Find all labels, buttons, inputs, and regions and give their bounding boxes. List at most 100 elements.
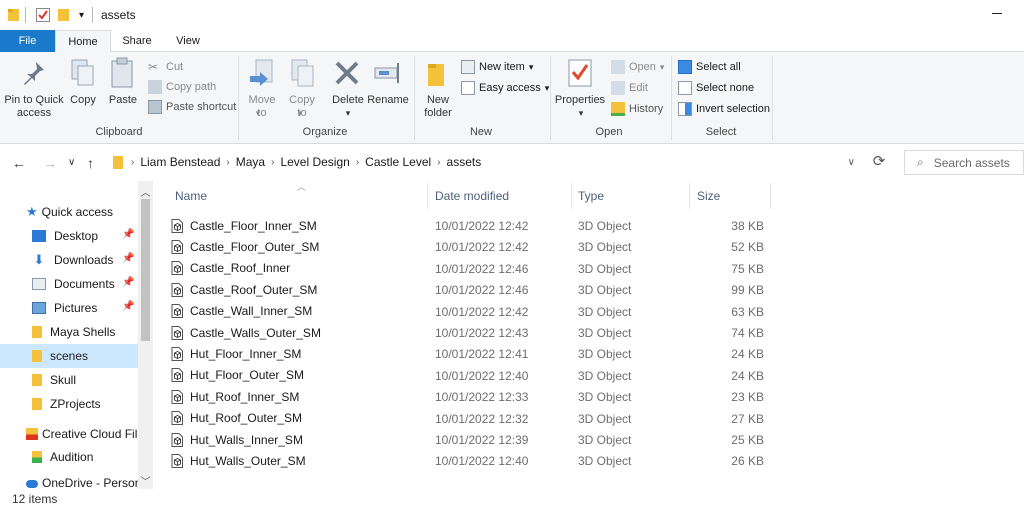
- new-group-label: New: [469, 126, 492, 138]
- tab-home[interactable]: Home: [55, 30, 111, 53]
- file-date: 10/01/2022 12:39: [435, 433, 529, 447]
- scroll-up-icon[interactable]: ︿: [140, 184, 151, 199]
- nav-item-audition[interactable]: Audition: [0, 445, 138, 469]
- properties-check-icon[interactable]: [36, 7, 50, 23]
- delete-button[interactable]: Delete: [328, 94, 368, 107]
- tab-share[interactable]: Share: [114, 30, 160, 52]
- file-date: 10/01/2022 12:32: [435, 411, 529, 426]
- nav-scrollbar[interactable]: ︿ ﹀: [138, 181, 153, 489]
- forward-icon[interactable]: →: [43, 155, 57, 171]
- creative-cloud-icon: [26, 428, 38, 440]
- file-date: 10/01/2022 12:40: [435, 454, 529, 469]
- 3d-object-icon: [171, 325, 183, 340]
- file-size: 25 KB: [731, 433, 764, 447]
- tab-view[interactable]: View: [166, 30, 210, 52]
- nav-item-desktop[interactable]: Desktop: [0, 224, 138, 248]
- column-header-size[interactable]: Size: [697, 181, 720, 211]
- onedrive-icon: [26, 480, 38, 488]
- divider: [92, 7, 93, 23]
- breadcrumb-item[interactable]: assets: [447, 155, 482, 169]
- column-divider[interactable]: [689, 183, 690, 209]
- scroll-down-icon[interactable]: ﹀: [140, 473, 151, 488]
- easy-access-button[interactable]: Easy access ▾: [461, 81, 549, 95]
- tab-file[interactable]: File: [0, 30, 55, 52]
- column-divider[interactable]: [427, 183, 428, 209]
- file-size: 74 KB: [731, 326, 764, 340]
- address-bar[interactable]: › Liam Benstead › Maya › Level Design › …: [106, 150, 864, 174]
- copy-button[interactable]: Copy: [68, 94, 98, 107]
- navigation-pane: ★ Quick access Desktop 📌 ⬇ Downloads 📌 D…: [0, 181, 153, 489]
- title-bar: ▾ assets: [0, 0, 1024, 30]
- paste-icon: [110, 57, 136, 92]
- select-none-icon: [678, 81, 692, 95]
- new-folder-icon[interactable]: [58, 7, 70, 23]
- history-button[interactable]: History: [611, 102, 663, 116]
- clipboard-group-label: Clipboard: [95, 126, 143, 138]
- search-input[interactable]: ⌕ Search assets: [904, 150, 1024, 175]
- select-none-button[interactable]: Select none: [678, 81, 754, 95]
- up-icon[interactable]: ↑: [87, 155, 94, 171]
- file-date: 10/01/2022 12:42: [435, 304, 529, 319]
- nav-item-downloads[interactable]: ⬇ Downloads: [0, 248, 138, 272]
- file-type: 3D Object: [578, 390, 632, 405]
- chevron-down-icon: ▾: [345, 108, 351, 118]
- breadcrumb-item[interactable]: Liam Benstead: [140, 155, 220, 169]
- open-icon: [611, 60, 625, 74]
- file-name: Hut_Roof_Outer_SM: [190, 411, 303, 426]
- copy-to-icon: [288, 58, 318, 93]
- nav-item-onedrive[interactable]: OneDrive - Personal: [0, 475, 138, 489]
- properties-icon: [568, 58, 592, 91]
- column-divider[interactable]: [571, 183, 572, 209]
- folder-icon: [32, 350, 42, 362]
- file-type: 3D Object: [578, 261, 632, 276]
- nav-item-maya-shells[interactable]: Maya Shells: [0, 320, 138, 344]
- pin-icon: 📌: [122, 253, 135, 264]
- edit-button[interactable]: Edit: [611, 81, 648, 95]
- file-name: Castle_Walls_Outer_SM: [190, 325, 321, 340]
- select-all-button[interactable]: Select all: [678, 60, 741, 74]
- nav-item-zprojects[interactable]: ZProjects: [0, 392, 138, 416]
- new-folder-button[interactable]: New folder: [418, 94, 458, 120]
- 3d-object-icon: [171, 368, 183, 383]
- cut-button[interactable]: ✂ Cut: [148, 60, 183, 74]
- breadcrumb-item[interactable]: Level Design: [280, 155, 349, 169]
- chevron-down-icon: ▾: [255, 108, 261, 118]
- divider: [238, 56, 239, 140]
- easy-access-icon: [461, 81, 475, 95]
- recent-locations-icon[interactable]: ∨: [68, 157, 75, 168]
- column-divider[interactable]: [770, 183, 771, 209]
- new-item-button[interactable]: New item ▾: [461, 60, 533, 74]
- rename-button[interactable]: Rename: [366, 94, 410, 107]
- file-type: 3D Object: [578, 219, 632, 233]
- paste-shortcut-button[interactable]: Paste shortcut: [148, 100, 236, 114]
- nav-item-scenes[interactable]: scenes: [0, 344, 138, 368]
- file-name: Castle_Floor_Inner_SM: [190, 218, 317, 233]
- scrollbar-thumb[interactable]: [141, 199, 150, 341]
- nav-item-quick-access[interactable]: ★ Quick access: [0, 200, 138, 224]
- file-date: 10/01/2022 12:41: [435, 347, 529, 362]
- properties-button[interactable]: Properties: [554, 94, 606, 107]
- column-header-type[interactable]: Type: [578, 181, 604, 211]
- customize-toolbar-icon[interactable]: ▾: [79, 7, 84, 23]
- paste-button[interactable]: Paste: [106, 94, 140, 107]
- breadcrumb-item[interactable]: Castle Level: [365, 155, 431, 169]
- copy-path-button[interactable]: Copy path: [148, 80, 216, 94]
- nav-item-documents[interactable]: Documents: [0, 272, 138, 296]
- column-header-name[interactable]: Name: [175, 181, 207, 211]
- nav-item-skull[interactable]: Skull: [0, 368, 138, 392]
- nav-item-pictures[interactable]: Pictures: [0, 296, 138, 320]
- refresh-icon[interactable]: ⟳: [866, 150, 892, 174]
- breadcrumb-item[interactable]: Maya: [236, 155, 265, 169]
- invert-selection-button[interactable]: Invert selection: [678, 102, 770, 116]
- back-icon[interactable]: ←: [12, 155, 26, 171]
- pin-to-quick-access-button[interactable]: Pin to Quick access: [2, 94, 66, 120]
- open-button[interactable]: Open ▾: [611, 60, 664, 74]
- file-name: Hut_Walls_Inner_SM: [190, 432, 303, 447]
- file-size: 38 KB: [731, 219, 764, 233]
- chevron-down-icon: ▾: [528, 61, 534, 72]
- nav-item-creative-cloud[interactable]: Creative Cloud Files: [0, 422, 138, 446]
- column-header-date[interactable]: Date modified: [435, 181, 509, 211]
- chevron-down-icon[interactable]: ∨: [848, 157, 855, 168]
- minimize-button[interactable]: [992, 6, 1006, 20]
- file-type: 3D Object: [578, 411, 632, 426]
